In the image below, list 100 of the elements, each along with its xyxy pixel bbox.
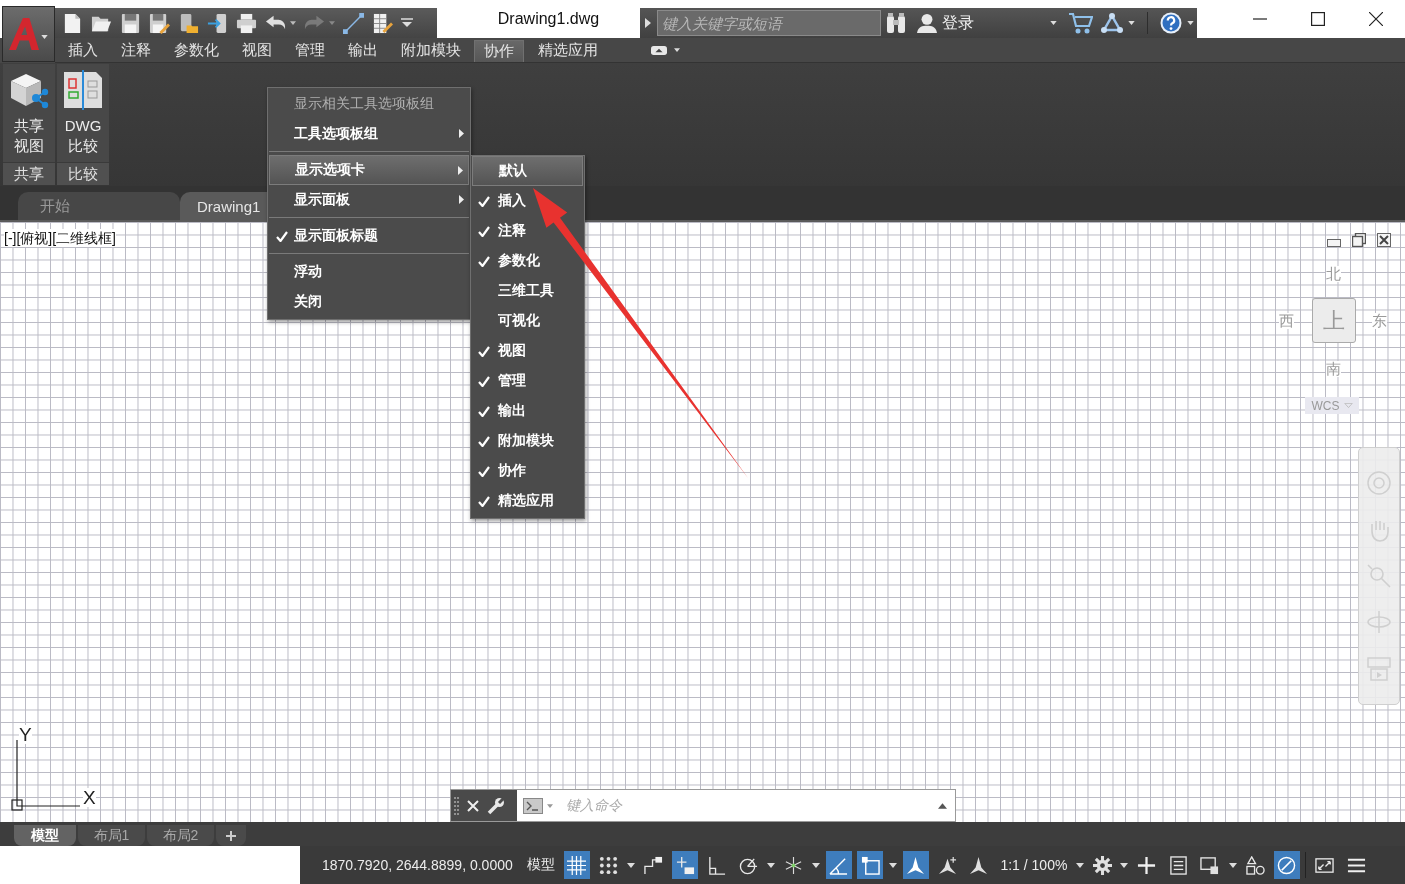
- caret-icon[interactable]: [1120, 862, 1129, 868]
- step-icon: [644, 855, 664, 875]
- menu-item[interactable]: 输出: [472, 396, 583, 426]
- ribbon-button-label: 比较: [68, 136, 98, 156]
- window-title: Drawing1.dwg: [496, 9, 601, 29]
- viewport-control[interactable]: [二维线框]: [52, 229, 116, 247]
- caret-icon[interactable]: [1050, 21, 1057, 25]
- menu-item[interactable]: 参数化: [472, 246, 583, 276]
- ribbon-tab[interactable]: 参数化: [162, 38, 230, 62]
- expand-arrow-icon[interactable]: [645, 18, 651, 28]
- sign-in-link[interactable]: 登录: [942, 12, 974, 34]
- status-text-button[interactable]: 模型: [524, 856, 559, 874]
- help-icon[interactable]: [1160, 12, 1182, 34]
- menu-item[interactable]: 视图: [472, 336, 583, 366]
- snap-square-toggle[interactable]: [857, 851, 884, 879]
- caret-up-icon[interactable]: [938, 802, 947, 809]
- axis-label: Y: [19, 725, 32, 744]
- printer-icon[interactable]: [236, 12, 257, 34]
- prompt-icon[interactable]: [523, 797, 543, 814]
- panel-toggle-icon[interactable]: [651, 45, 667, 55]
- menu-item[interactable]: 显示选项卡: [269, 155, 469, 185]
- gauge-toggle[interactable]: [1273, 851, 1300, 879]
- ribbon-button[interactable]: DWG 比较: [57, 64, 109, 162]
- menu-item[interactable]: 插入: [472, 186, 583, 216]
- triangle-nodes-icon[interactable]: [1101, 12, 1123, 34]
- ribbon-tab[interactable]: 输出: [336, 38, 389, 62]
- caret-icon[interactable]: [1075, 862, 1084, 868]
- right-angle-icon: [707, 855, 727, 875]
- new-file-icon[interactable]: [62, 12, 83, 34]
- viewport-control[interactable]: [俯视]: [16, 229, 53, 247]
- table-pencil-icon[interactable]: [372, 12, 393, 34]
- annotation-sparkle-icon: [937, 855, 957, 875]
- layout-tab[interactable]: 布局1: [78, 825, 145, 846]
- binoculars-icon[interactable]: [885, 12, 907, 34]
- grid-toggle[interactable]: [563, 851, 590, 879]
- gear-icon[interactable]: [1092, 855, 1112, 875]
- caret-icon[interactable]: [1128, 21, 1135, 25]
- layout-tab[interactable]: 模型: [14, 825, 76, 846]
- ribbon-tab[interactable]: 管理: [283, 38, 336, 62]
- add-layout-button[interactable]: [216, 825, 246, 846]
- menu-item[interactable]: 管理: [472, 366, 583, 396]
- angle-icon: [829, 855, 849, 875]
- snap-square-icon: [860, 855, 880, 875]
- application-menu-button[interactable]: [2, 6, 55, 62]
- cursor-field-toggle[interactable]: [672, 851, 699, 879]
- restore-icon[interactable]: [1352, 233, 1366, 247]
- ribbon-tab[interactable]: 注释: [109, 38, 162, 62]
- axis-label: X: [83, 788, 96, 807]
- dot-grid-icon: [599, 855, 619, 875]
- ribbon-tab[interactable]: 精选应用: [526, 38, 609, 62]
- caret-icon[interactable]: [674, 48, 680, 52]
- menu-item[interactable]: 默认: [472, 156, 583, 186]
- ucs-icon: [11, 740, 82, 812]
- menu-item[interactable]: 精选应用: [472, 486, 583, 516]
- minimize-icon[interactable]: [1327, 239, 1341, 247]
- caret-icon[interactable]: [627, 862, 636, 868]
- line-icon[interactable]: [343, 12, 364, 34]
- caret-icon[interactable]: [767, 862, 776, 868]
- ribbon-tab[interactable]: 协作: [474, 40, 524, 62]
- window-lock-icon: [1200, 855, 1220, 875]
- gauge-icon: [1277, 855, 1297, 875]
- menu-item[interactable]: 可视化: [472, 306, 583, 336]
- caret-icon[interactable]: [889, 862, 898, 868]
- search-field[interactable]: 键入关键字或短语: [657, 10, 881, 36]
- arrow-device-icon[interactable]: [207, 12, 228, 34]
- document-compare-icon: [63, 70, 103, 110]
- wrench-icon[interactable]: [487, 796, 505, 815]
- menu-item[interactable]: 三维工具: [472, 276, 583, 306]
- caret-icon[interactable]: [812, 862, 821, 868]
- ribbon-tab[interactable]: 视图: [230, 38, 283, 62]
- annotation-figure-toggle[interactable]: [902, 851, 929, 879]
- caret-icon[interactable]: [290, 21, 296, 25]
- menu-item[interactable]: 浮动: [269, 257, 469, 287]
- ribbon-tab[interactable]: 附加模块: [389, 38, 472, 62]
- close-icon[interactable]: [1377, 233, 1391, 247]
- viewport-control[interactable]: [-]: [4, 229, 17, 247]
- panel-title: 比较: [57, 162, 109, 185]
- expand-icon: [1315, 855, 1335, 875]
- shapes-icon: [1245, 855, 1265, 875]
- ribbon-button-label: 视图: [14, 136, 44, 156]
- isometric-icon: [784, 855, 804, 875]
- menu-item[interactable]: 工具选项板组: [269, 119, 469, 149]
- layout-tab[interactable]: 布局2: [147, 825, 214, 846]
- customize-icon[interactable]: [401, 18, 413, 28]
- cart-icon[interactable]: [1069, 12, 1093, 34]
- menu-item[interactable]: 关闭: [269, 287, 469, 317]
- menu-item[interactable]: 协作: [472, 456, 583, 486]
- user-icon[interactable]: [917, 13, 937, 33]
- grip-icon[interactable]: [454, 795, 459, 816]
- close-icon: [1369, 12, 1383, 26]
- floppy-pencil-icon[interactable]: [149, 12, 170, 34]
- device-folder-icon[interactable]: [178, 12, 199, 34]
- ribbon-tab[interactable]: 插入: [56, 38, 109, 62]
- caret-icon[interactable]: [1187, 21, 1194, 25]
- caret-icon[interactable]: [1228, 862, 1237, 868]
- menu-item[interactable]: 附加模块: [472, 426, 583, 456]
- status-text-button[interactable]: 1:1 / 100%: [997, 857, 1071, 873]
- ribbon-button[interactable]: 共享 视图: [3, 64, 55, 162]
- angle-toggle[interactable]: [825, 851, 852, 879]
- menu-item[interactable]: 显示面板标题: [269, 221, 469, 251]
